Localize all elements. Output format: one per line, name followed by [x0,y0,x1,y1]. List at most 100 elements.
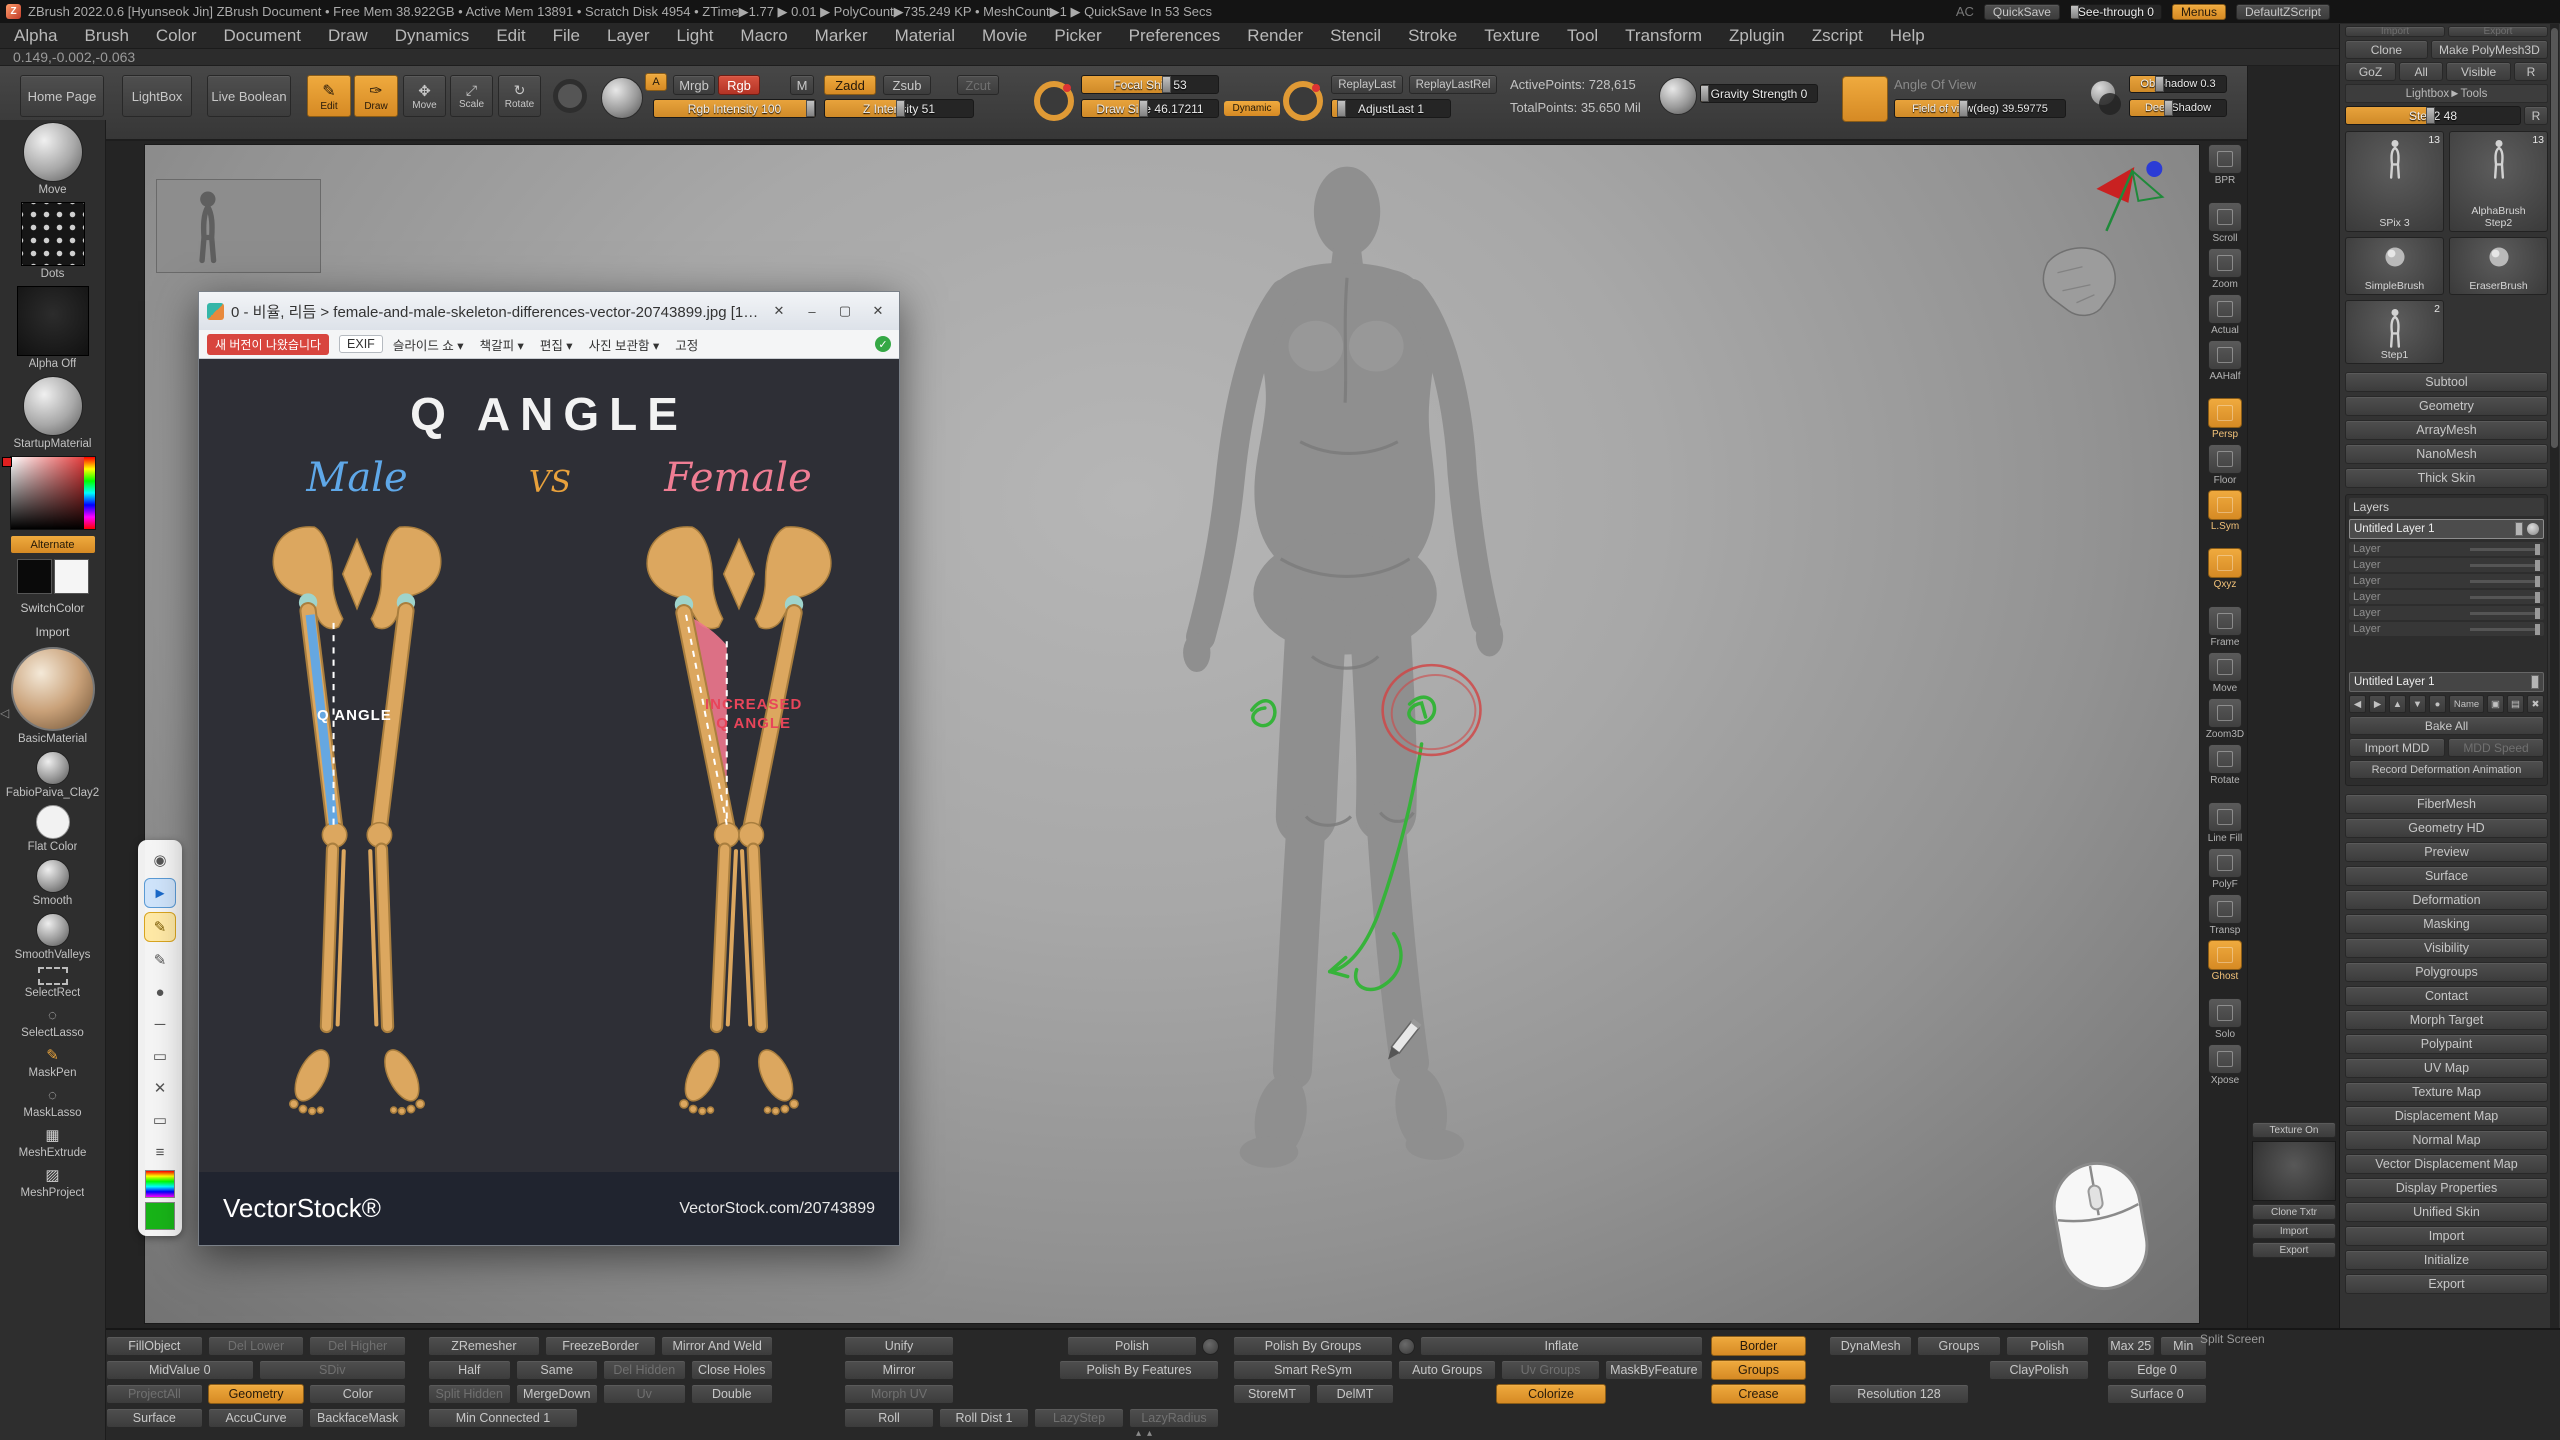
viewer-close-button[interactable]: ✕ [865,300,891,322]
bottom-border[interactable]: Border [1711,1336,1806,1356]
palette-item-smoothvalleys[interactable]: SmoothValleys [0,913,105,961]
section-import[interactable]: Import [2345,1226,2548,1246]
section-initialize[interactable]: Initialize [2345,1250,2548,1270]
angle-of-view-icon[interactable] [1842,76,1888,122]
palette-item-maskpen[interactable]: MaskPen [0,1045,105,1079]
active-layer-row[interactable]: Untitled Layer 1 [2349,519,2544,539]
layer-row-3[interactable]: Layer [2349,574,2544,588]
bake-all-button[interactable]: Bake All [2349,716,2544,735]
bottom-resolution-128[interactable]: Resolution 128 [1829,1384,1969,1404]
live-boolean-button[interactable]: Live Boolean [207,75,291,117]
current-layer-slider[interactable] [2531,675,2539,689]
lightbox-button[interactable]: LightBox [122,75,192,117]
mdd-speed-button[interactable]: MDD Speed [2448,738,2544,757]
bottom-lazystep[interactable]: LazyStep [1034,1408,1124,1428]
right-shelf-zoom3d[interactable]: Zoom3D [2206,698,2244,740]
menu-file[interactable]: File [553,26,580,46]
palette-item-alternate[interactable]: Alternate [0,536,105,553]
bottom-half[interactable]: Half [428,1360,511,1380]
goz-button[interactable]: GoZ [2345,62,2396,81]
palette-item-masklasso[interactable]: MaskLasso [0,1085,105,1119]
tool-panel-scrollbar[interactable] [2550,24,2559,1440]
menu-zplugin[interactable]: Zplugin [1729,26,1785,46]
bottom-sdiv[interactable]: SDiv [259,1360,407,1380]
menu-stencil[interactable]: Stencil [1330,26,1381,46]
palette-item-swatches[interactable] [0,559,105,593]
section-uv-map[interactable]: UV Map [2345,1058,2548,1078]
menu-help[interactable]: Help [1890,26,1925,46]
right-shelf-scroll[interactable]: Scroll [2208,202,2242,244]
layer-row-6[interactable]: Layer [2349,622,2544,636]
bottom-freezeborder[interactable]: FreezeBorder [545,1336,657,1356]
mrgb-button[interactable]: Mrgb [673,75,715,95]
check-icon[interactable]: ✓ [875,336,891,352]
shadow-icon[interactable] [2089,79,2123,119]
layer-slider-track[interactable] [2470,612,2540,615]
menu-edit[interactable]: Edit [496,26,525,46]
bottom-dynamesh[interactable]: DynaMesh [1829,1336,1912,1356]
bottom-mergedown[interactable]: MergeDown [516,1384,599,1404]
bottom-polish[interactable]: Polish [2006,1336,2089,1356]
rgb-button[interactable]: Rgb [718,75,760,95]
zcut-button[interactable]: Zcut [957,75,999,95]
viewer-menu-x[interactable]: 사진 보관함 ▾ [589,335,660,354]
layer-slider-track[interactable] [2470,628,2540,631]
r-toggle-button[interactable]: R [2524,106,2548,125]
adjust-last-slider[interactable]: AdjustLast 1 [1331,99,1451,118]
right-shelf-frame[interactable]: Frame [2208,606,2242,648]
bottom-smart-resym[interactable]: Smart ReSym [1233,1360,1393,1380]
right-shelf-move[interactable]: Move [2208,652,2242,694]
draw-size-slider[interactable]: Draw Size 46.17211 [1081,99,1219,118]
viewer-menu-x[interactable]: 슬라이드 쇼 ▾ [393,335,464,354]
image-viewer-window[interactable]: 0 - 비율, 리듬 > female-and-male-skeleton-di… [198,291,900,1246]
quicksave-button[interactable]: QuickSave [1984,4,2060,20]
layer-row-2[interactable]: Layer [2349,558,2544,572]
section-normal-map[interactable]: Normal Map [2345,1130,2548,1150]
bottom-lazyradius[interactable]: LazyRadius [1129,1408,1219,1428]
layer-control-x[interactable]: ▲ [2389,695,2406,713]
layer-slider-track[interactable] [2470,580,2540,583]
scale-button[interactable]: ⤢Scale [450,75,493,117]
layer-control-x[interactable]: ✖ [2527,695,2544,713]
pin-icon[interactable]: ◉ [145,846,175,874]
right-shelf-qxyz[interactable]: Qxyz [2208,548,2242,590]
menu-light[interactable]: Light [677,26,714,46]
bottom-fillobject[interactable]: FillObject [106,1336,203,1356]
stroke-icon[interactable] [1283,81,1323,121]
palette-collapse-arrow[interactable]: ◁ [0,706,9,720]
right-shelf-floor[interactable]: Floor [2208,444,2242,486]
move-button[interactable]: ✥Move [403,75,446,117]
focal-shift-slider[interactable]: Focal Shift 53 [1081,75,1219,94]
viewer-minimize-button[interactable]: – [799,300,825,322]
zsub-button[interactable]: Zsub [883,75,931,95]
bottom-inflate[interactable]: Inflate [1420,1336,1703,1356]
bottom-roll-dist-1[interactable]: Roll Dist 1 [939,1408,1029,1428]
bottom-projectall[interactable]: ProjectAll [106,1384,203,1404]
exif-button[interactable]: EXIF [339,335,383,353]
layer-intensity-slider[interactable] [2515,522,2523,536]
monitor-icon[interactable]: ▭ [145,1106,175,1134]
radio-toggle[interactable] [1202,1338,1219,1355]
rotate-button[interactable]: ↻Rotate [498,75,541,117]
document-thumbnail[interactable] [156,179,321,273]
layer-control-name[interactable]: Name [2449,695,2484,713]
menu-texture[interactable]: Texture [1484,26,1540,46]
right-shelf-persp[interactable]: Persp [2208,398,2242,440]
bottom-polish[interactable]: Polish [1067,1336,1197,1356]
layer-slider-track[interactable] [2470,596,2540,599]
deep-shadow-slider[interactable]: DeepShadow [2129,99,2227,117]
tool-thumb-step2[interactable]: 13AlphaBrushStep2 [2449,131,2548,232]
section-nanomesh[interactable]: NanoMesh [2345,444,2548,464]
layer-control-x[interactable]: ▣ [2487,695,2504,713]
layer-row-5[interactable]: Layer [2349,606,2544,620]
bottom-del-hidden[interactable]: Del Hidden [603,1360,686,1380]
menu-tool[interactable]: Tool [1567,26,1598,46]
palette-item-dots[interactable]: Dots [0,202,105,280]
menu-preferences[interactable]: Preferences [1129,26,1221,46]
palette-item-selectrect[interactable]: SelectRect [0,967,105,999]
section-contact[interactable]: Contact [2345,986,2548,1006]
palette-item-colorpicker[interactable] [0,456,105,530]
fov-slider[interactable]: Field of view(deg) 39.59775 [1894,99,2066,118]
menu-zscript[interactable]: Zscript [1812,26,1863,46]
right-shelf-aahalf[interactable]: AAHalf [2208,340,2242,382]
